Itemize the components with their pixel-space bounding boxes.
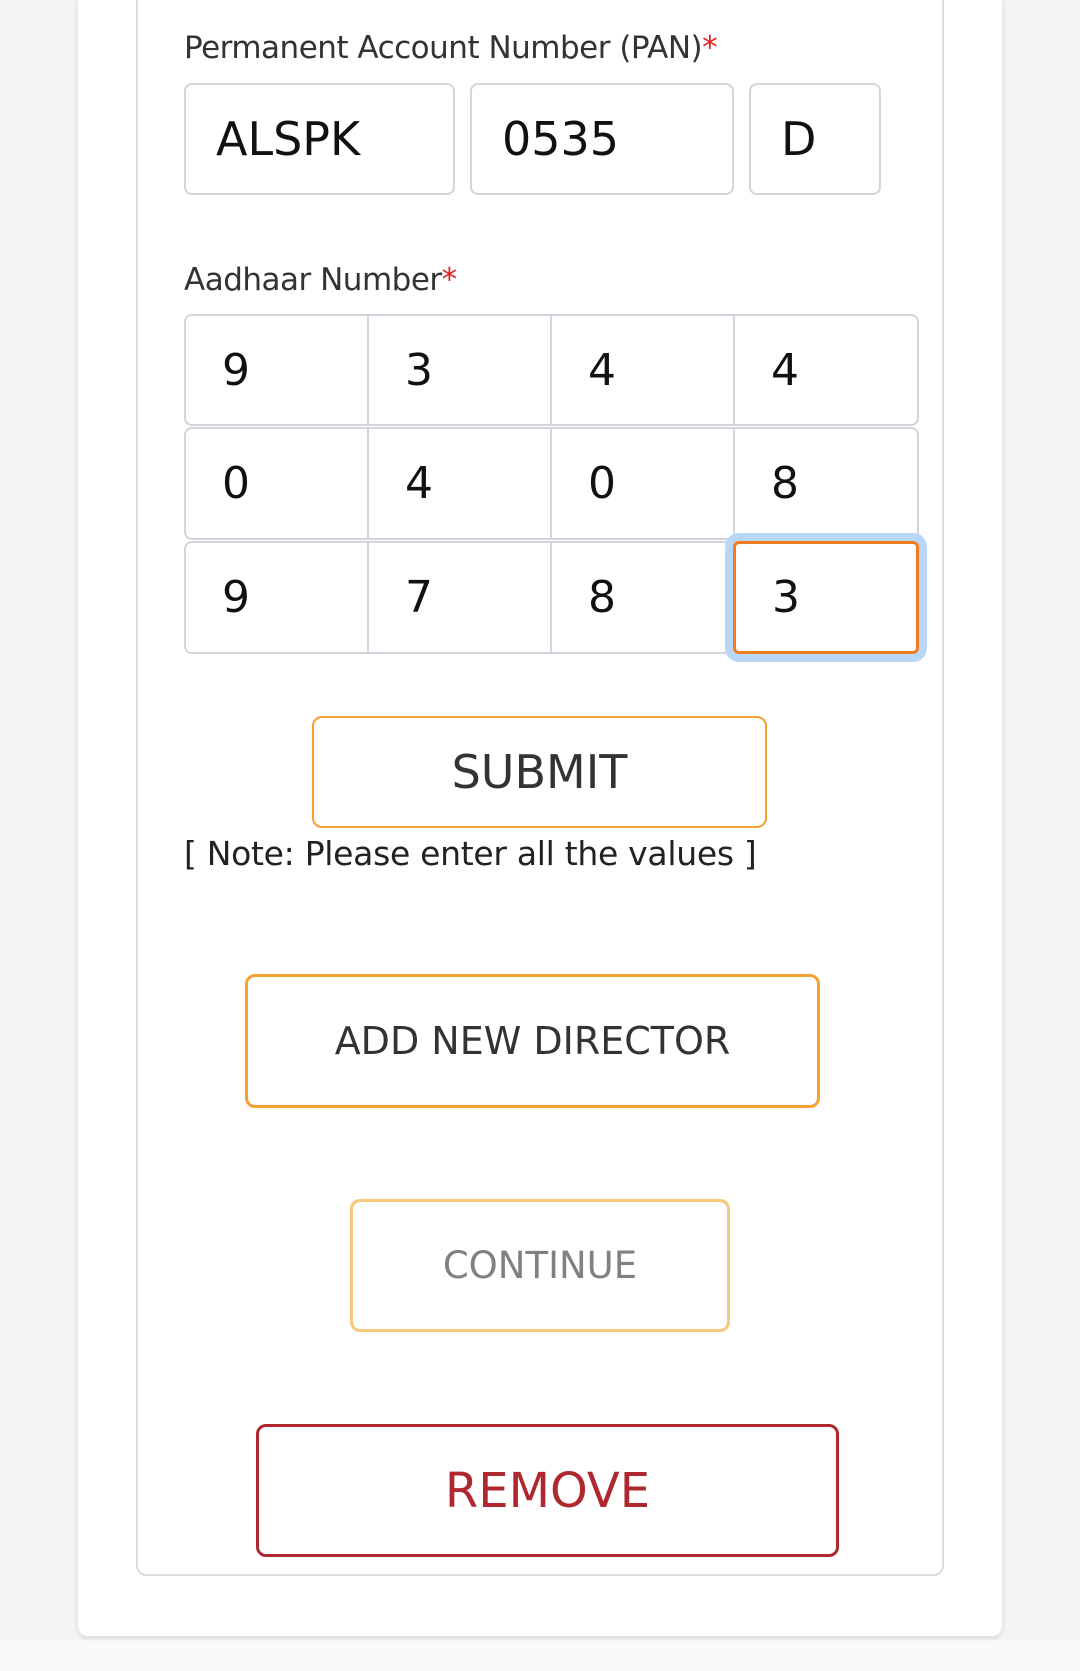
pan-input-part-2[interactable]: 0535 xyxy=(470,83,734,195)
aadhaar-digit-input[interactable]: 0 xyxy=(184,427,369,540)
pan-label: Permanent Account Number (PAN)* xyxy=(184,30,718,66)
pan-input-part-1[interactable]: ALSPK xyxy=(184,83,455,195)
continue-button[interactable]: CONTINUE xyxy=(350,1199,730,1332)
remove-button[interactable]: REMOVE xyxy=(256,1424,839,1557)
submit-button[interactable]: SUBMIT xyxy=(312,716,767,828)
add-new-director-button[interactable]: ADD NEW DIRECTOR xyxy=(245,974,820,1108)
required-mark: * xyxy=(441,262,458,298)
aadhaar-digit-input[interactable]: 9 xyxy=(184,314,369,426)
aadhaar-digit-input[interactable]: 8 xyxy=(733,427,919,540)
aadhaar-digit-input[interactable]: 0 xyxy=(550,427,735,540)
aadhaar-label-text: Aadhaar Number xyxy=(184,262,442,298)
pan-label-text: Permanent Account Number (PAN) xyxy=(184,30,703,66)
aadhaar-digit-input[interactable]: 3 xyxy=(367,314,552,426)
aadhaar-digit-input[interactable]: 4 xyxy=(550,314,735,426)
note-text: [ Note: Please enter all the values ] xyxy=(184,834,757,873)
aadhaar-label: Aadhaar Number* xyxy=(184,262,457,298)
aadhaar-digit-input[interactable]: 4 xyxy=(367,427,552,540)
page-background xyxy=(0,1640,1080,1671)
aadhaar-digit-input[interactable]: 8 xyxy=(550,541,735,654)
aadhaar-digit-input[interactable]: 3 xyxy=(733,541,919,654)
pan-input-part-3[interactable]: D xyxy=(749,83,881,195)
aadhaar-digit-input[interactable]: 9 xyxy=(184,541,369,654)
required-mark: * xyxy=(702,30,718,66)
aadhaar-digit-input[interactable]: 7 xyxy=(367,541,552,654)
aadhaar-digit-input[interactable]: 4 xyxy=(733,314,919,426)
